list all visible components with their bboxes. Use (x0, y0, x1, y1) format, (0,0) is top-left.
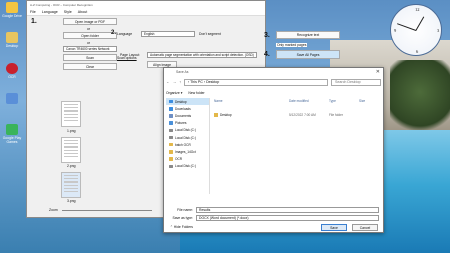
save-as-dialog: Save As ✕ ← → ↑ › This PC › Desktop Sear… (163, 67, 384, 233)
file-row[interactable]: Desktop 5/12/2022 7:00 AM File folder (214, 112, 379, 118)
zoom-slider[interactable] (62, 210, 152, 211)
clock-minute-hand (397, 23, 417, 31)
page-thumbnail-label: 2.png (67, 164, 76, 168)
file-name-label: File name: (177, 207, 193, 212)
file-name-row: File name: Results (168, 206, 379, 213)
close-icon[interactable]: ✕ (376, 69, 380, 75)
breadcrumb[interactable]: › This PC › Desktop (183, 78, 328, 86)
nav-item-documents[interactable]: Documents (166, 112, 209, 119)
step-1-label: 1. (31, 18, 37, 25)
column-name[interactable]: Name (214, 99, 289, 105)
address-bar: ← → ↑ › This PC › Desktop Search Desktop (166, 78, 381, 86)
nav-item-local-disk[interactable]: Local Disk (C:) (166, 134, 209, 141)
language-label: Language (117, 32, 133, 36)
desktop-icon-shortcut[interactable] (0, 93, 24, 105)
column-type[interactable]: Type (329, 99, 359, 105)
new-folder-button[interactable]: New folder (188, 91, 204, 95)
drive-icon (169, 135, 173, 140)
clear-button[interactable]: Clear (63, 63, 117, 70)
search-input[interactable]: Search Desktop (331, 78, 381, 86)
navigation-pane: Desktop Downloads Documents Pictures Loc… (166, 98, 210, 194)
documents-icon (169, 114, 173, 118)
zoom-label: Zoom (49, 208, 58, 212)
nav-item-batch-ocr[interactable]: batch OCR (166, 141, 209, 148)
page-thumbnail-selected[interactable] (61, 172, 81, 198)
drive-icon (169, 164, 173, 169)
page-thumbnail[interactable] (61, 101, 81, 127)
menu-about[interactable]: About (78, 10, 87, 14)
open-folder-button[interactable]: Open folder (63, 32, 117, 39)
nav-item-local-disk[interactable]: Local Disk (C:) (166, 163, 209, 170)
nav-item-desktop[interactable]: Desktop (166, 98, 209, 106)
nav-item-pictures[interactable]: Pictures (166, 120, 209, 127)
page-layout-label: Page Layout: (120, 53, 140, 57)
forward-arrow-icon[interactable]: → (173, 80, 177, 84)
scan-button[interactable]: Scan (63, 54, 117, 61)
google-play-games-icon (6, 124, 18, 135)
language-select[interactable]: English (141, 31, 195, 37)
page-thumbnail[interactable] (61, 137, 81, 163)
step-3-label: 3. (264, 32, 270, 39)
app-shortcut-icon (6, 93, 18, 104)
desktop-icon-google-play-games[interactable]: Google Play Games (0, 124, 24, 144)
column-date-modified[interactable]: Date modified (289, 99, 329, 105)
desktop-folder-icon (169, 99, 173, 104)
recognize-text-button[interactable]: Recognize text (276, 31, 340, 39)
column-size[interactable]: Size (359, 99, 379, 105)
hide-folders-toggle[interactable]: ⌃ Hide Folders (170, 225, 193, 229)
back-arrow-icon[interactable]: ← (166, 80, 170, 84)
file-list-header: Name Date modified Type Size (214, 99, 379, 105)
dialog-title: Save As (176, 70, 189, 74)
app-title-bar: A-Z Computing - OCR – Computer Recogniti… (27, 1, 265, 9)
menu-file[interactable]: File (30, 10, 36, 14)
nav-item-images[interactable]: Images_14Oct (166, 148, 209, 155)
folder-icon (6, 32, 18, 43)
pictures-icon (169, 121, 173, 125)
desktop-icon-google-drive[interactable]: Google Drive (0, 2, 24, 18)
cancel-button[interactable]: Cancel (352, 224, 378, 231)
step-2-label: 2. (111, 30, 117, 36)
dont-segment-checkbox[interactable]: Don't segment (199, 32, 221, 36)
nav-item-ocr[interactable]: OCR (166, 156, 209, 163)
file-name-input[interactable]: Results (196, 206, 379, 213)
page-thumbnail-label: 1.png (67, 129, 76, 133)
scanner-select[interactable]: Canon TR4600 series Network (63, 46, 117, 52)
step-4-label: 4. (264, 51, 270, 58)
clock-hour-hand (415, 16, 425, 32)
desktop-wallpaper-palm (390, 60, 450, 140)
open-image-button[interactable]: Open image or PDF (63, 18, 117, 25)
folder-icon (169, 142, 173, 147)
folder-icon (169, 150, 173, 154)
folder-icon (169, 157, 173, 161)
only-marked-pages-checkbox[interactable]: Only marked pages (276, 43, 308, 47)
desktop-clock: 12 3 6 9 (390, 4, 442, 56)
page-thumbnail-label: 3.png (67, 199, 76, 203)
save-type-label: Save as type: (172, 215, 193, 220)
ocr-app-icon (6, 63, 18, 74)
downloads-icon (169, 107, 173, 111)
google-drive-icon (6, 2, 18, 13)
menu-style[interactable]: Style (64, 10, 72, 14)
save-type-select[interactable]: DOCX (Word document) (*.docx) (196, 214, 379, 221)
menu-language[interactable]: Language (42, 10, 58, 14)
folder-icon (214, 113, 218, 117)
or-label-2: or (87, 41, 91, 45)
desktop-icon-desktop[interactable]: Desktop (0, 32, 24, 48)
nav-item-downloads[interactable]: Downloads (166, 105, 209, 112)
or-label-1: or (87, 27, 91, 31)
save-type-row: Save as type: DOCX (Word document) (*.do… (168, 214, 379, 221)
nav-item-local-disk[interactable]: Local Disk (C:) (166, 127, 209, 134)
up-arrow-icon[interactable]: ↑ (179, 80, 181, 84)
menu-bar: File Language Style About (27, 9, 265, 16)
page-layout-select[interactable]: Automatic page segmentation with orienta… (147, 52, 257, 58)
save-button[interactable]: Save (321, 224, 347, 231)
save-all-pages-button[interactable]: Save All Pages (276, 50, 340, 59)
desktop-icon-ocr[interactable]: OCR (0, 63, 24, 79)
drive-icon (169, 128, 173, 133)
dialog-toolbar: Organize ▾ New folder (166, 89, 381, 96)
organize-button[interactable]: Organize ▾ (166, 91, 182, 95)
